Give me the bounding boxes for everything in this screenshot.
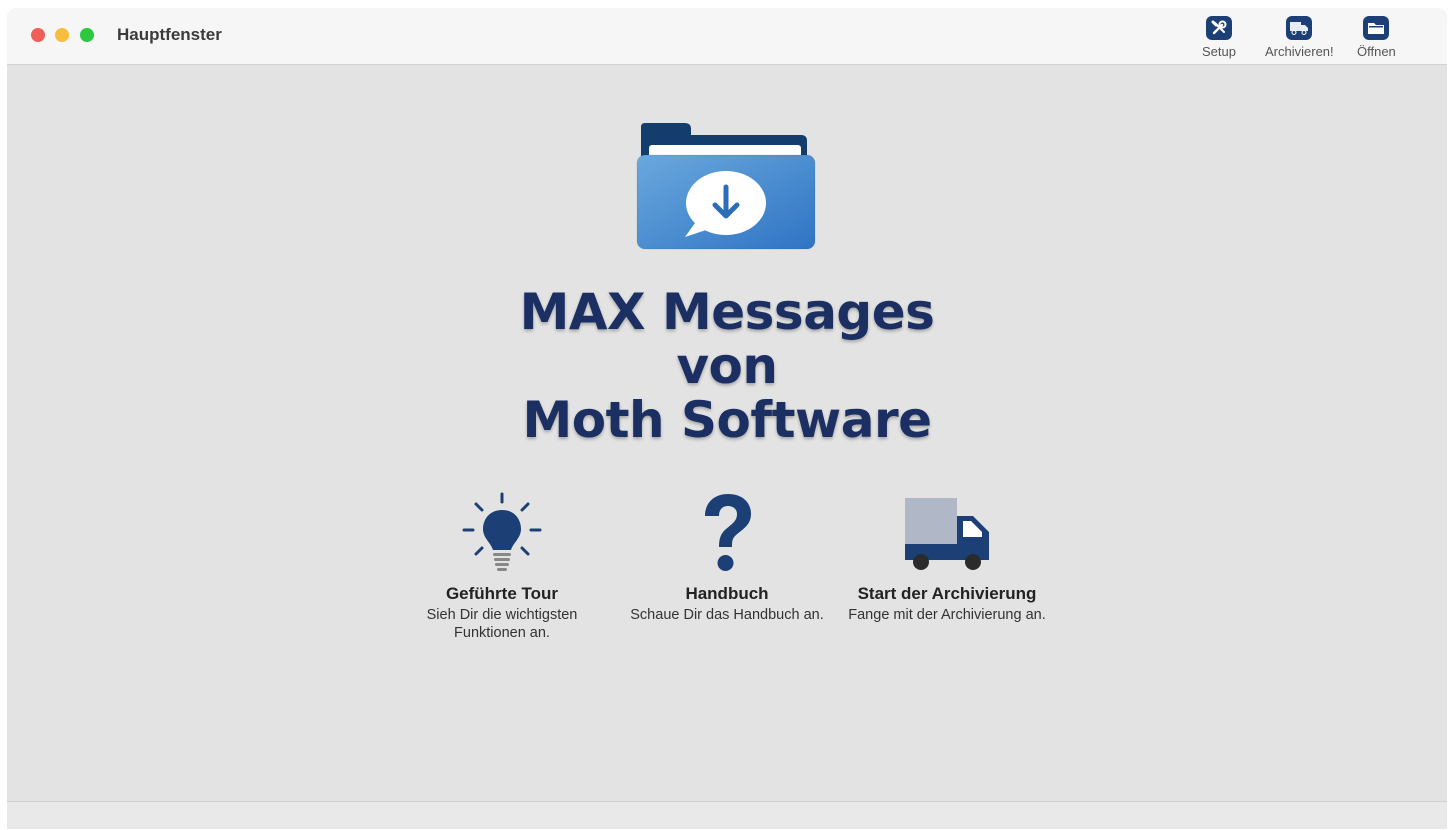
titlebar: Hauptfenster Setup Archivieren! Öffnen — [7, 8, 1447, 65]
setup-label: Setup — [1202, 44, 1236, 59]
manual-subtitle: Schaue Dir das Handbuch an. — [630, 606, 823, 624]
lightbulb-icon — [461, 482, 543, 572]
start-archiving-subtitle: Fange mit der Archivierung an. — [848, 606, 1045, 624]
close-window-button[interactable] — [31, 28, 45, 42]
wrench-screwdriver-icon — [1205, 16, 1232, 40]
truck-icon — [1286, 16, 1313, 40]
guided-tour-subtitle-line1: Sieh Dir die wichtigsten — [426, 607, 578, 623]
app-name-line: MAX Messages — [519, 283, 935, 341]
delivery-truck-icon — [903, 482, 991, 572]
manual-action[interactable]: Handbuch Schaue Dir das Handbuch an. — [617, 482, 837, 624]
guided-tour-subtitle-line2: Funktionen an. — [454, 625, 550, 641]
company-line: Moth Software — [522, 391, 932, 449]
minimize-window-button[interactable] — [55, 28, 69, 42]
guided-tour-subtitle: Sieh Dir die wichtigsten Funktionen an. — [427, 606, 578, 642]
open-button[interactable]: Öffnen — [1357, 16, 1396, 59]
zoom-window-button[interactable] — [80, 28, 94, 42]
window-title: Hauptfenster — [117, 25, 222, 44]
by-line: von — [676, 337, 778, 395]
question-mark-icon — [695, 482, 759, 572]
start-archiving-title: Start der Archivierung — [857, 584, 1037, 603]
start-archiving-action[interactable]: Start der Archivierung Fange mit der Arc… — [837, 482, 1057, 624]
manual-title: Handbuch — [685, 584, 769, 603]
archive-button[interactable]: Archivieren! — [1265, 16, 1334, 59]
status-bar — [7, 801, 1447, 829]
archive-label: Archivieren! — [1265, 44, 1334, 59]
manual-subtitle-line1: Schaue Dir das Handbuch an. — [630, 607, 824, 623]
open-label: Öffnen — [1357, 44, 1396, 59]
setup-button[interactable]: Setup — [1202, 16, 1236, 59]
guided-tour-title: Geführte Tour — [445, 584, 559, 603]
guided-tour-action[interactable]: Geführte Tour Sieh Dir die wichtigsten F… — [402, 482, 602, 642]
main-window: Hauptfenster Setup Archivieren! Öffnen M… — [7, 8, 1447, 829]
folder-icon — [1363, 16, 1390, 40]
start-archiving-subtitle-line1: Fange mit der Archivierung an. — [848, 607, 1046, 623]
folder-download-icon — [635, 121, 817, 258]
